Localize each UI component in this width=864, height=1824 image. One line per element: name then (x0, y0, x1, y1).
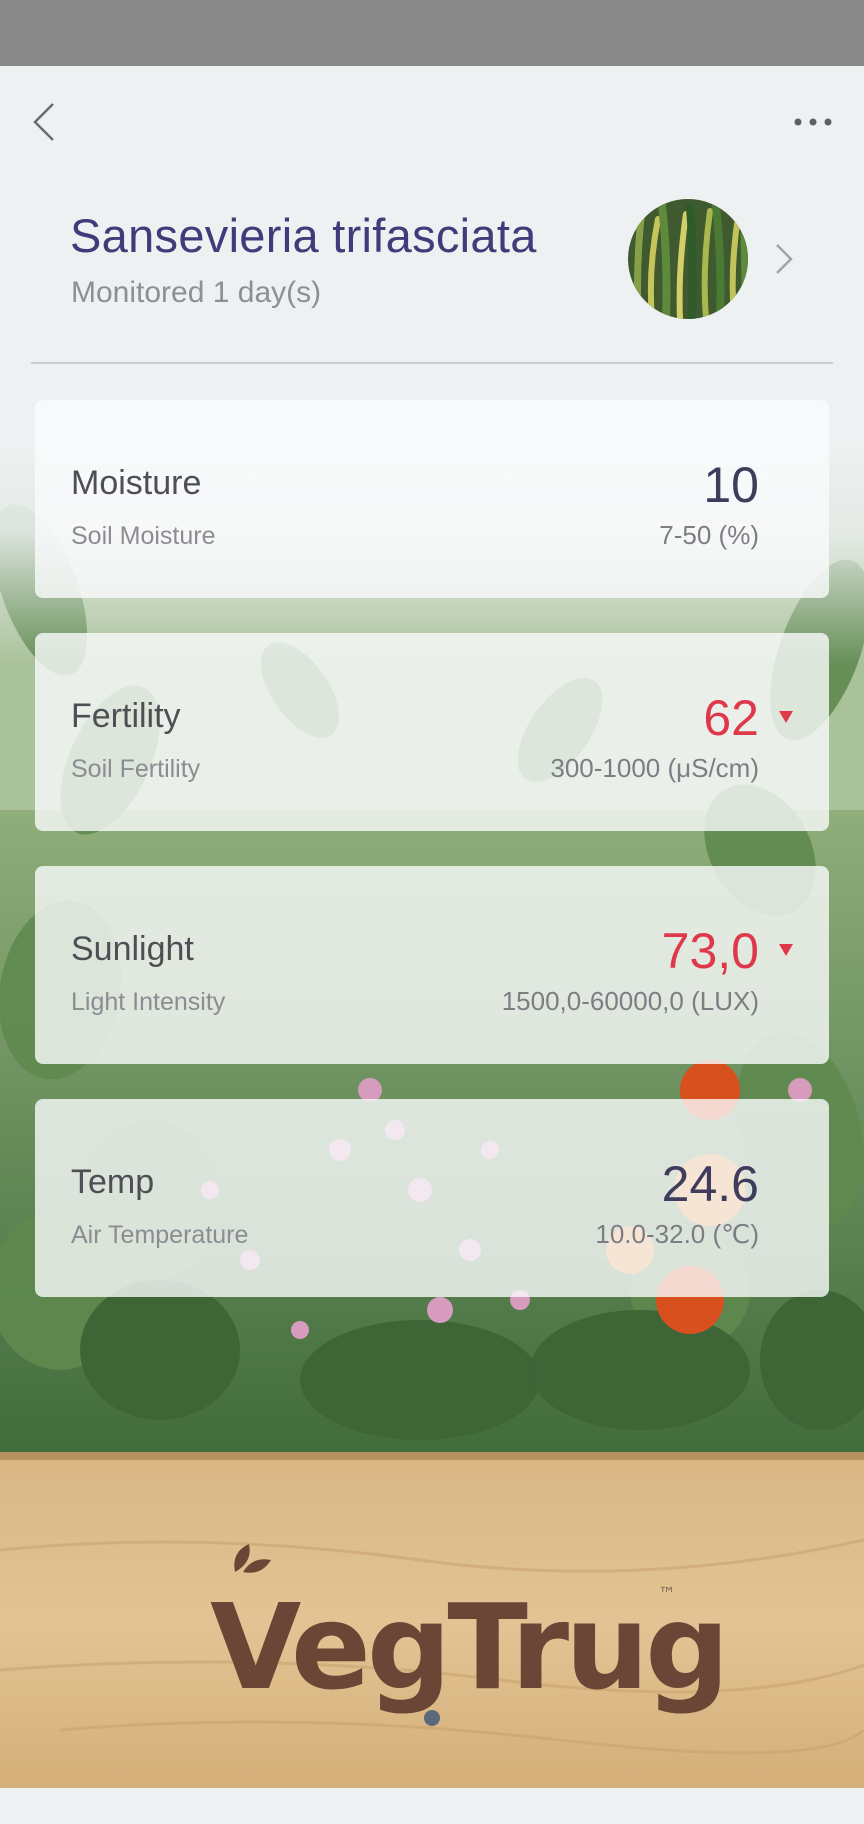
card-title: Sunlight (71, 930, 194, 968)
triangle-down-icon (779, 944, 793, 956)
card-subtitle: Air Temperature (71, 1221, 249, 1249)
card-range: 10.0-32.0 (℃) (595, 1219, 759, 1249)
card-value: 62 (703, 690, 759, 746)
header-divider (31, 362, 833, 364)
plant-avatar[interactable] (628, 199, 748, 319)
card-range: 300-1000 (μS/cm) (550, 753, 759, 783)
status-bar (0, 0, 864, 66)
plant-detail-chevron[interactable] (774, 242, 798, 278)
card-value: 73,0 (661, 923, 759, 979)
triangle-down-icon (779, 711, 793, 723)
card-value: 10 (703, 457, 759, 513)
svg-text:™: ™ (658, 1584, 676, 1605)
bottom-bar (0, 1788, 864, 1824)
fertility-card[interactable]: Fertility Soil Fertility 62 300-1000 (μS… (35, 633, 829, 831)
sunlight-card[interactable]: Sunlight Light Intensity 73,0 1500,0-600… (35, 866, 829, 1064)
monitored-duration-text: Monitored 1 day(s) (71, 276, 322, 309)
card-title: Temp (71, 1163, 155, 1201)
card-title: Moisture (71, 464, 202, 502)
plant-name-title: Sansevieria trifasciata (70, 209, 537, 262)
more-options-button[interactable] (788, 104, 838, 140)
card-range: 7-50 (%) (659, 520, 759, 550)
moisture-card[interactable]: Moisture Soil Moisture 10 7-50 (%) (35, 400, 829, 598)
card-subtitle: Soil Moisture (71, 522, 216, 550)
card-subtitle: Light Intensity (71, 988, 226, 1016)
card-title: Fertility (71, 697, 181, 735)
back-button[interactable] (26, 98, 62, 146)
temperature-card[interactable]: Temp Air Temperature 24.6 10.0-32.0 (℃) (35, 1099, 829, 1297)
svg-text:VegTrug: VegTrug (210, 1578, 726, 1716)
card-subtitle: Soil Fertility (71, 755, 201, 783)
more-horizontal-icon (794, 118, 832, 126)
card-value: 24.6 (661, 1156, 759, 1212)
chevron-left-icon (33, 103, 54, 141)
card-range: 1500,0-60000,0 (LUX) (501, 986, 759, 1016)
chevron-right-icon (776, 244, 793, 274)
